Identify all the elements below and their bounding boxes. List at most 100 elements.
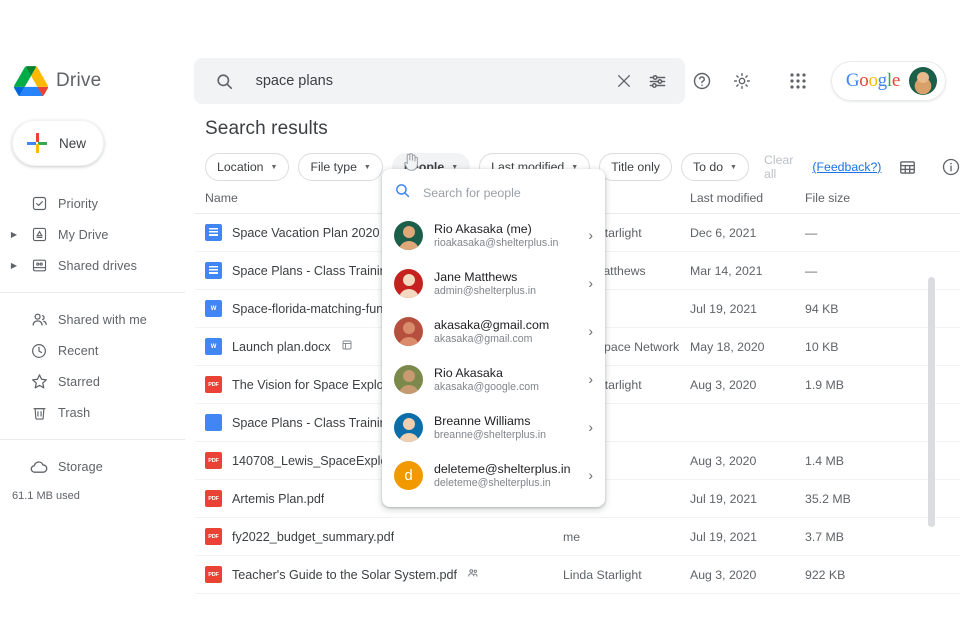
file-last-modified: Aug 3, 2020 bbox=[690, 454, 805, 468]
gear-icon[interactable] bbox=[725, 64, 759, 98]
filter-chip-to-do[interactable]: To do ▼ bbox=[681, 153, 749, 181]
people-search-row[interactable] bbox=[382, 175, 605, 211]
file-last-modified: Dec 6, 2021 bbox=[690, 226, 805, 240]
google-account-badge[interactable]: Google bbox=[831, 61, 946, 101]
search-input[interactable] bbox=[242, 73, 607, 89]
file-name: Launch plan.docx bbox=[232, 340, 331, 354]
chip-label: To do bbox=[693, 160, 723, 174]
file-type-icon-doc bbox=[205, 262, 222, 279]
tune-icon[interactable] bbox=[641, 64, 675, 98]
people-list-item[interactable]: akasaka@gmail.comakasaka@gmail.com › bbox=[382, 307, 605, 355]
filter-chip-title-only[interactable]: Title only bbox=[599, 153, 672, 181]
file-name: Space Vacation Plan 2020 bbox=[232, 226, 380, 240]
chevron-right-icon[interactable]: ▶ bbox=[6, 230, 22, 239]
sidebar-item-label: Shared with me bbox=[56, 313, 147, 327]
drive-logo bbox=[14, 66, 48, 96]
avatar bbox=[394, 221, 423, 250]
chevron-right-icon[interactable]: › bbox=[588, 275, 597, 291]
avatar bbox=[394, 365, 423, 394]
sidebar-item-recent[interactable]: Recent bbox=[0, 335, 195, 366]
sidebar-item-storage[interactable]: Storage bbox=[0, 451, 195, 482]
brand-name: Drive bbox=[56, 70, 101, 92]
people-icon bbox=[22, 310, 56, 329]
person-email: akasaka@gmail.com bbox=[434, 333, 577, 345]
sidebar-item-priority[interactable]: Priority bbox=[0, 188, 195, 219]
chevron-right-icon[interactable]: › bbox=[588, 227, 597, 243]
vertical-scrollbar[interactable] bbox=[928, 277, 935, 527]
chevron-right-icon[interactable]: › bbox=[588, 371, 597, 387]
chevron-down-icon: ▼ bbox=[364, 164, 371, 171]
sidebar-item-shared-with-me[interactable]: Shared with me bbox=[0, 304, 195, 335]
sidebar-item-label: Recent bbox=[56, 344, 99, 358]
search-icon[interactable] bbox=[208, 64, 242, 98]
plus-icon bbox=[27, 133, 47, 153]
cloud-icon bbox=[22, 457, 56, 477]
file-type-icon-pdf: PDF bbox=[205, 376, 222, 393]
sidebar-item-label: Storage bbox=[56, 460, 103, 474]
close-icon[interactable] bbox=[607, 64, 641, 98]
chevron-right-icon[interactable]: › bbox=[588, 467, 597, 483]
file-type-icon-word: W bbox=[205, 300, 222, 317]
file-type-icon-pdf: PDF bbox=[205, 490, 222, 507]
file-size: — bbox=[805, 264, 915, 278]
sidebar-item-trash[interactable]: Trash bbox=[0, 397, 195, 428]
apps-grid-icon[interactable] bbox=[781, 64, 815, 98]
person-name: deleteme@shelterplus.in bbox=[434, 462, 577, 476]
avatar bbox=[394, 317, 423, 346]
file-size: 94 KB bbox=[805, 302, 915, 316]
chevron-right-icon[interactable]: ▶ bbox=[6, 261, 22, 270]
person-name: akasaka@gmail.com bbox=[434, 318, 577, 332]
person-name: Rio Akasaka bbox=[434, 366, 577, 380]
chevron-right-icon[interactable]: › bbox=[588, 323, 597, 339]
file-type-icon-doc bbox=[205, 224, 222, 241]
google-wordmark: Google bbox=[846, 70, 900, 92]
chevron-down-icon: ▼ bbox=[271, 164, 278, 171]
people-search-input[interactable] bbox=[423, 186, 593, 200]
feedback-link[interactable]: (Feedback?) bbox=[812, 160, 881, 174]
column-header-last-modified[interactable]: Last modified bbox=[690, 191, 805, 205]
avatar[interactable] bbox=[909, 67, 937, 95]
file-owner: me bbox=[563, 530, 690, 544]
grid-view-icon[interactable] bbox=[890, 150, 924, 184]
avatar bbox=[394, 269, 423, 298]
office-badge-icon bbox=[341, 339, 353, 354]
file-owner: Linda Starlight bbox=[563, 568, 690, 582]
filter-chip-location[interactable]: Location ▼ bbox=[205, 153, 289, 181]
sidebar-item-shared-drives[interactable]: ▶ Shared drives bbox=[0, 250, 195, 281]
info-icon[interactable] bbox=[934, 150, 960, 184]
person-email: admin@shelterplus.in bbox=[434, 285, 577, 297]
table-row[interactable]: PDFfy2022_budget_summary.pdfmeJul 19, 20… bbox=[195, 518, 960, 556]
clock-icon bbox=[22, 342, 56, 360]
person-name: Breanne Williams bbox=[434, 414, 577, 428]
people-list-item[interactable]: Jane Matthewsadmin@shelterplus.in› bbox=[382, 259, 605, 307]
file-size: 1.9 MB bbox=[805, 378, 915, 392]
sidebar-item-my-drive[interactable]: ▶ My Drive bbox=[0, 219, 195, 250]
sidebar-item-label: Priority bbox=[56, 197, 98, 211]
chevron-down-icon: ▼ bbox=[730, 164, 737, 171]
filter-chip-file-type[interactable]: File type ▼ bbox=[298, 153, 382, 181]
people-list-item[interactable]: ddeleteme@shelterplus.indeleteme@shelter… bbox=[382, 451, 605, 499]
sidebar: New Priority ▶ bbox=[0, 110, 195, 640]
file-size: — bbox=[805, 226, 915, 240]
search-bar[interactable] bbox=[194, 58, 685, 104]
file-last-modified: Jul 19, 2021 bbox=[690, 492, 805, 506]
people-list-item[interactable]: Rio Akasaka (me)rioakasaka@shelterplus.i… bbox=[382, 211, 605, 259]
clear-all-button[interactable]: Clear all bbox=[764, 153, 793, 181]
drive-brand[interactable]: Drive bbox=[0, 66, 194, 96]
table-row[interactable]: PDFTeacher's Guide to the Solar System.p… bbox=[195, 556, 960, 594]
file-size: 922 KB bbox=[805, 568, 915, 582]
new-button[interactable]: New bbox=[12, 120, 104, 166]
chevron-right-icon[interactable]: › bbox=[588, 419, 597, 435]
file-size: 3.7 MB bbox=[805, 530, 915, 544]
sidebar-divider bbox=[0, 439, 185, 440]
column-header-file-size[interactable]: File size bbox=[805, 191, 915, 205]
people-list-item[interactable]: Rio Akasakaakasaka@google.com› bbox=[382, 355, 605, 403]
file-last-modified: May 18, 2020 bbox=[690, 340, 805, 354]
sidebar-item-starred[interactable]: Starred bbox=[0, 366, 195, 397]
chip-label: Title only bbox=[611, 160, 660, 174]
help-icon[interactable] bbox=[685, 64, 719, 98]
trash-icon bbox=[22, 404, 56, 421]
people-list-item[interactable]: Breanne Williamsbreanne@shelterplus.in› bbox=[382, 403, 605, 451]
sidebar-item-label: My Drive bbox=[56, 228, 108, 242]
person-email: deleteme@shelterplus.in bbox=[434, 477, 577, 489]
